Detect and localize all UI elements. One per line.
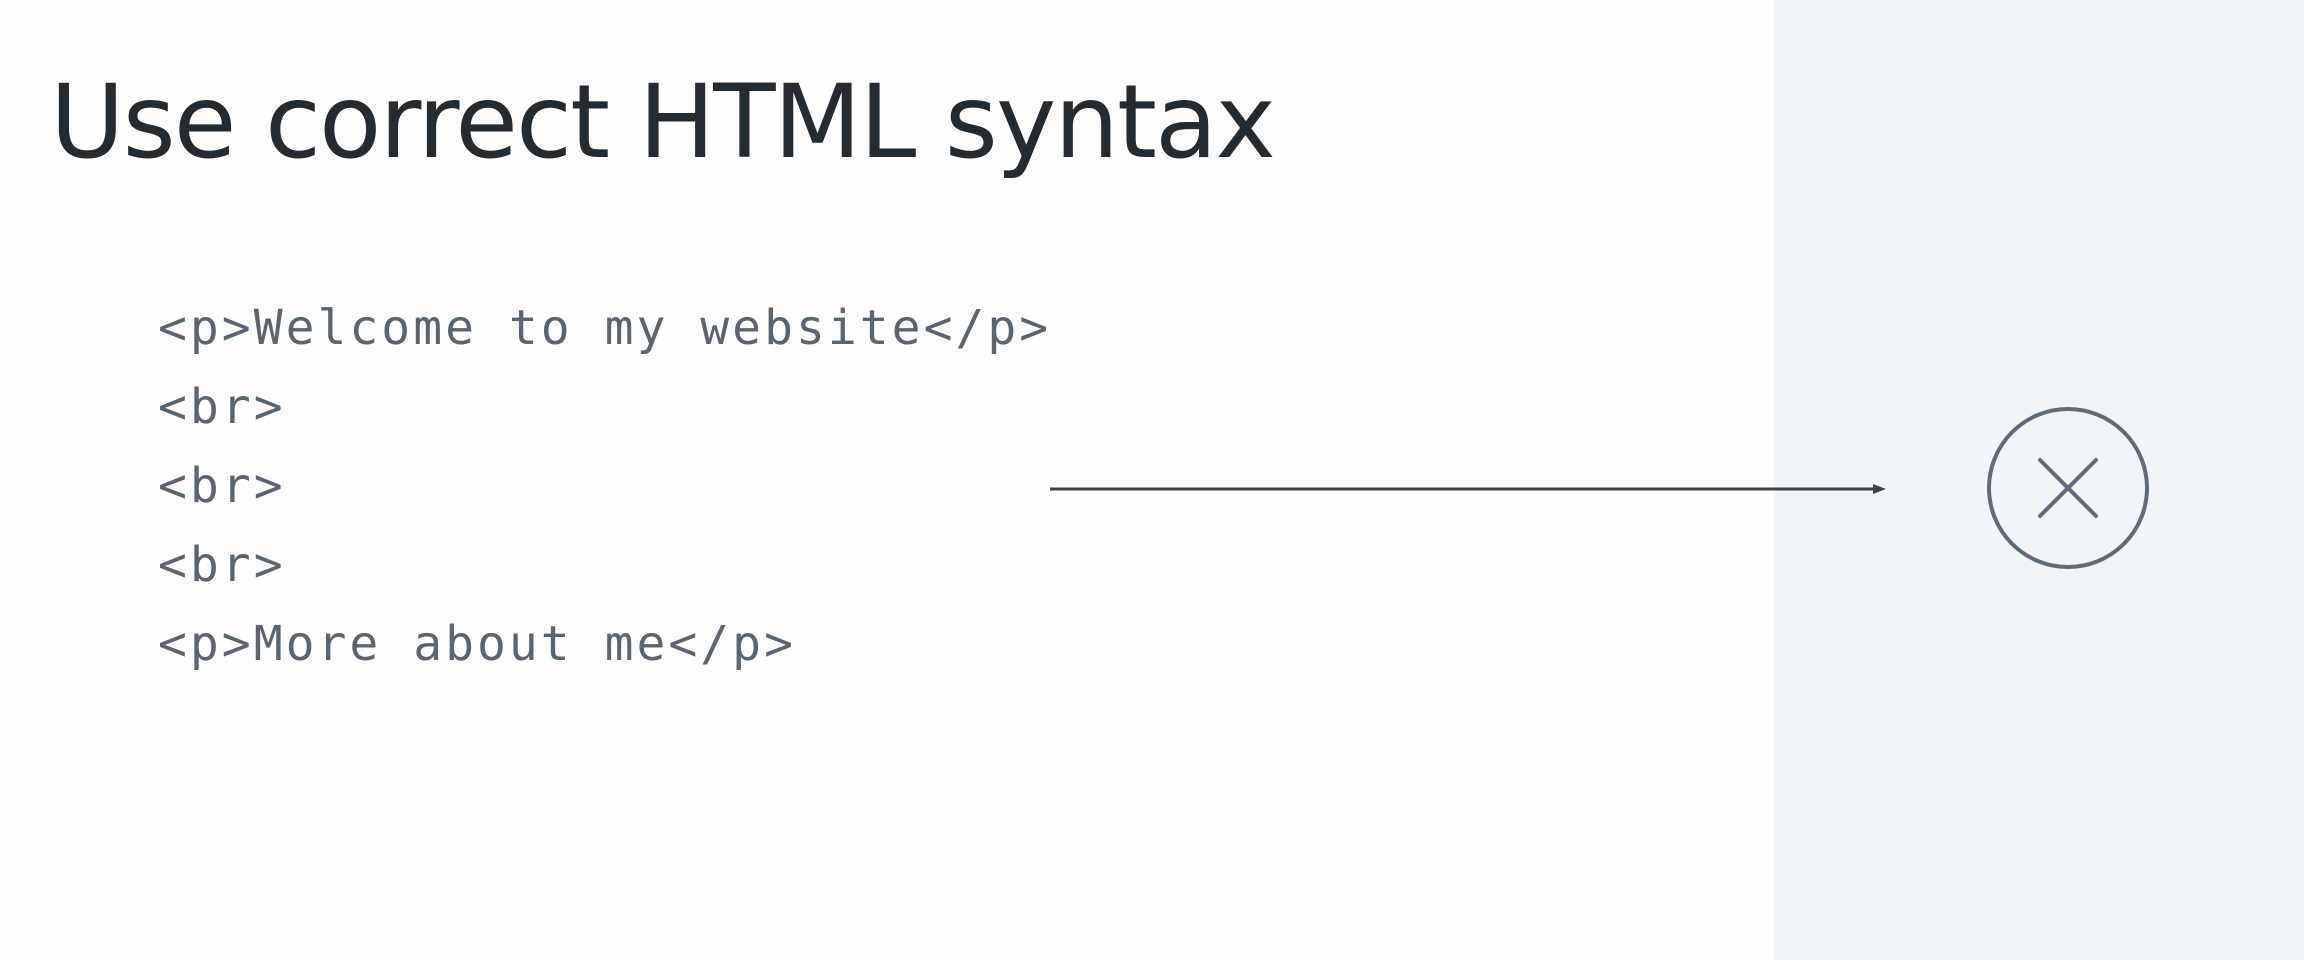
code-line: <br> (158, 537, 286, 593)
arrow-right-icon (1050, 484, 1886, 494)
code-line: <br> (158, 379, 286, 435)
x-circle-icon (1987, 407, 2149, 569)
code-block: <p>Welcome to my website</p> <br> <br> <… (158, 296, 1051, 691)
code-line: <p>Welcome to my website</p> (158, 300, 1052, 356)
code-line: <br> (158, 458, 286, 514)
slide-title: Use correct HTML syntax (50, 63, 1276, 182)
code-line: <p>More about me</p> (158, 616, 796, 672)
